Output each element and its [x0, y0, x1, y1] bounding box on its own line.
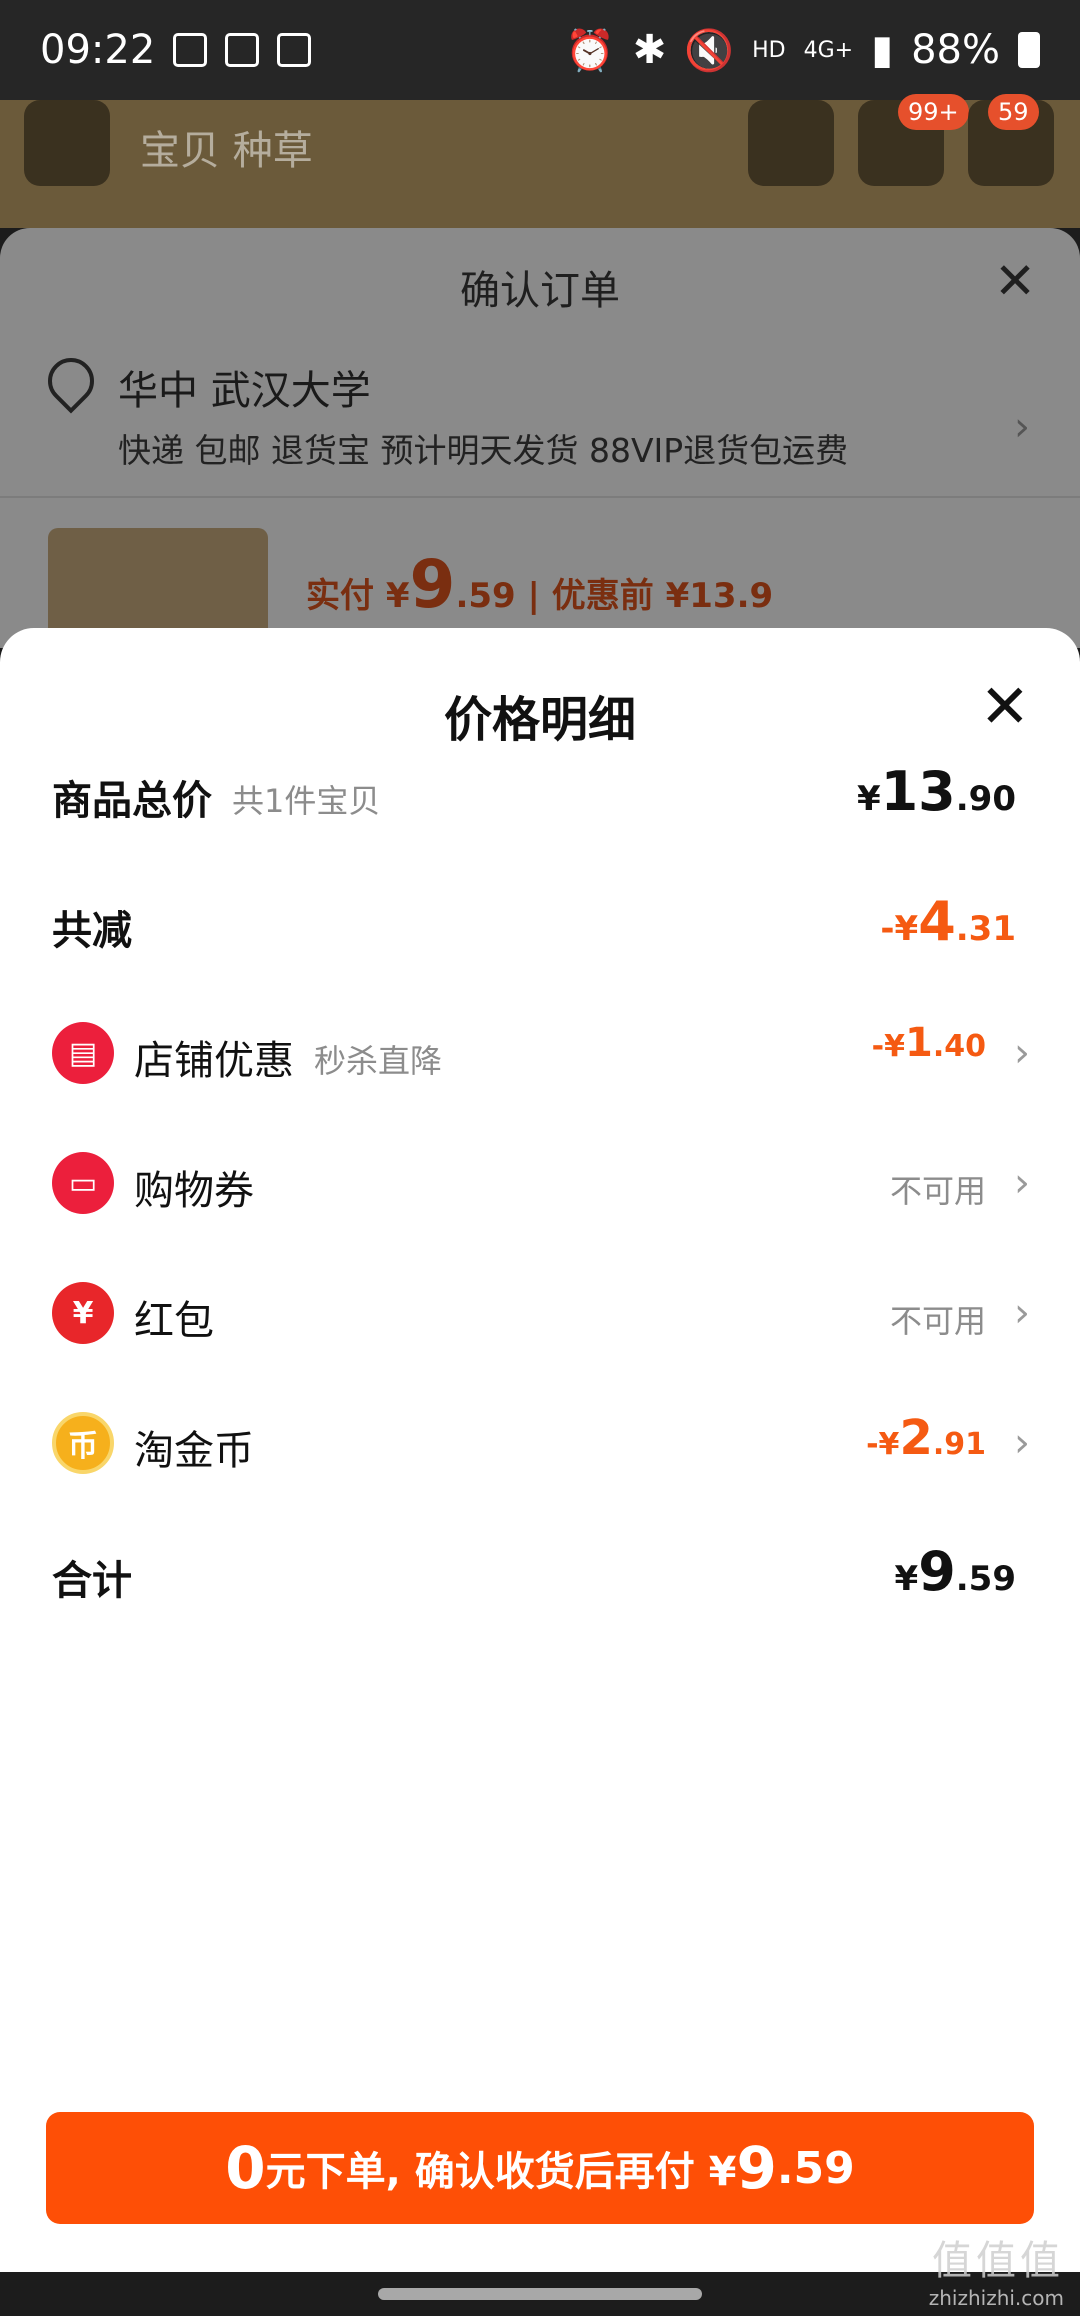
row-hint: 共1件宝贝	[232, 782, 381, 820]
row-label: 商品总价	[52, 778, 212, 824]
cta-amount-dec: .59	[776, 2142, 855, 2194]
order-price: 实付 ¥9.59 | 优惠前 ¥13.9	[306, 546, 774, 623]
card-icon	[225, 33, 260, 67]
home-indicator[interactable]	[378, 2288, 702, 2300]
watermark-logo: 值值值	[932, 2238, 1064, 2284]
hd-indicator: HD	[752, 37, 786, 63]
row-label: 购物券	[134, 1168, 254, 1214]
store-icon: ▤	[52, 1022, 114, 1084]
row-amount: ¥13.90	[856, 760, 1016, 823]
row-subtotal: 商品总价 共1件宝贝 ¥13.90	[0, 748, 1080, 838]
row-hint: 秒杀直降	[314, 1042, 443, 1080]
alarm-icon: ⏰	[564, 27, 615, 74]
bluetooth-icon: ✱	[632, 27, 667, 73]
row-state: 不可用	[889, 1172, 986, 1210]
checkbox-icon	[277, 33, 312, 67]
messages-button[interactable]: 59	[968, 94, 1054, 186]
product-tabs: 宝贝 种草	[140, 128, 313, 174]
row-label: 红包	[134, 1298, 214, 1344]
price-detail-sheet: 价格明细 ✕ 商品总价 共1件宝贝 ¥13.90 共减 -¥4.31 ▤ 店铺优…	[0, 628, 1080, 2272]
coin-icon: 币	[52, 1412, 114, 1474]
cta-text: 元下单, 确认收货后再付 ¥	[265, 2149, 737, 2195]
delivery-info: 快递 包邮 退货宝 预计明天发货 88VIP退货包运费	[118, 431, 849, 470]
chevron-right-icon: ›	[1014, 1160, 1030, 1206]
row-state: 不可用	[889, 1302, 986, 1340]
delivery-address[interactable]: 华中 武汉大学	[118, 358, 371, 416]
row-amount: -¥1.40	[871, 1020, 986, 1066]
system-nav-bar	[0, 2272, 1080, 2316]
chevron-right-icon: ›	[1014, 1290, 1030, 1336]
row-amount: -¥4.31	[880, 890, 1016, 953]
row-amount: -¥2.91	[866, 1410, 986, 1466]
row-total-discount: 共减 -¥4.31	[0, 878, 1080, 968]
cta-amount-int: 9	[736, 2134, 777, 2202]
gallery-icon	[173, 33, 208, 67]
message-badge: 59	[988, 94, 1039, 130]
cart-badge: 99+	[898, 94, 969, 130]
battery-icon	[1018, 32, 1040, 68]
row-label: 共减	[52, 908, 132, 954]
red-packet-icon: ¥	[52, 1282, 114, 1344]
row-coupon[interactable]: ▭ 购物券 不可用 ›	[0, 1138, 1080, 1228]
watermark-url: zhizhizhi.com	[928, 2286, 1064, 2310]
location-icon	[38, 348, 104, 414]
place-order-button[interactable]: 0 元下单, 确认收货后再付 ¥ 9 .59	[46, 2112, 1034, 2224]
back-button[interactable]	[24, 100, 110, 186]
row-taojinbi[interactable]: 币 淘金币 -¥2.91 ›	[0, 1398, 1080, 1488]
row-red-packet[interactable]: ¥ 红包 不可用 ›	[0, 1268, 1080, 1358]
close-icon[interactable]: ✕	[994, 252, 1036, 310]
status-time: 09:22	[40, 27, 156, 73]
network-indicator: 4G+	[803, 37, 854, 63]
divider	[0, 496, 1080, 498]
confirm-order-title: 确认订单	[460, 268, 620, 314]
mute-icon: 🔇	[684, 27, 735, 74]
watermark: 值值值 zhizhizhi.com	[929, 2228, 1064, 2310]
row-label: 合计	[52, 1558, 132, 1604]
chevron-right-icon: ›	[1014, 1030, 1030, 1076]
product-page-background: 宝贝 种草 99+ 59	[0, 94, 1080, 228]
cta-zero: 0	[225, 2134, 266, 2202]
confirm-order-sheet: 确认订单 ✕ 华中 武汉大学 快递 包邮 退货宝 预计明天发货 88VIP退货包…	[0, 228, 1080, 648]
row-label: 店铺优惠	[134, 1038, 294, 1084]
chevron-right-icon: ›	[1014, 1420, 1030, 1466]
cart-button[interactable]: 99+	[858, 94, 969, 186]
battery-percent: 88%	[911, 27, 1000, 73]
status-bar: 09:22 ⏰ ✱ 🔇 HD 4G+ ▮ 88%	[0, 0, 1080, 100]
close-icon[interactable]: ✕	[980, 672, 1030, 742]
chevron-right-icon[interactable]: ›	[1014, 404, 1030, 450]
row-label: 淘金币	[134, 1428, 254, 1474]
signal-icon: ▮	[871, 27, 894, 73]
coupon-icon: ▭	[52, 1152, 114, 1214]
share-button[interactable]	[748, 100, 834, 186]
row-total: 合计 ¥9.59	[0, 1528, 1080, 1618]
price-detail-title: 价格明细	[443, 692, 636, 748]
row-amount: ¥9.59	[894, 1540, 1016, 1603]
row-store-discount[interactable]: ▤ 店铺优惠 秒杀直降 -¥1.40 ›	[0, 1008, 1080, 1098]
